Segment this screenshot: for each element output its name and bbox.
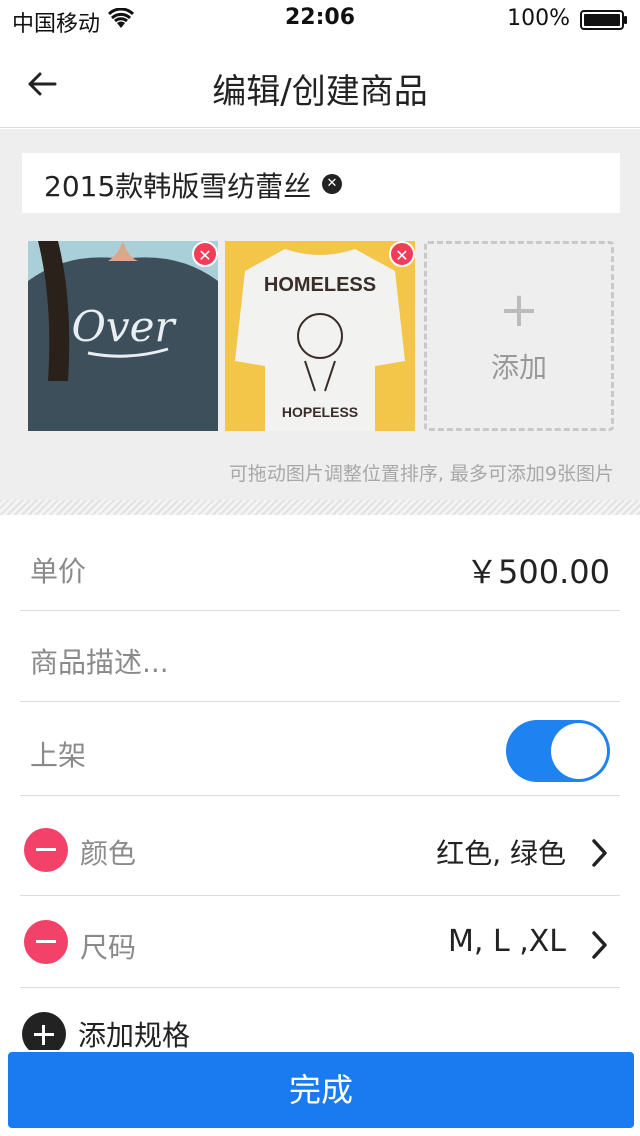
- plus-circle-icon: [22, 1012, 66, 1050]
- remove-spec-icon[interactable]: [24, 920, 68, 964]
- color-value: 红色, 绿色: [436, 837, 566, 870]
- description-row[interactable]: 商品描述...: [20, 611, 620, 702]
- add-spec-button[interactable]: 添加规格: [20, 1010, 620, 1050]
- add-image-button[interactable]: + 添加: [424, 241, 614, 431]
- status-bar: 中国移动 22:06 100%: [0, 0, 640, 40]
- color-spec-row[interactable]: 颜色 红色, 绿色: [20, 796, 620, 896]
- plus-icon: +: [498, 282, 540, 338]
- add-image-label: 添加: [490, 351, 547, 384]
- remove-image-icon[interactable]: ✕: [192, 241, 218, 267]
- remove-spec-icon[interactable]: [24, 828, 68, 872]
- listed-row: 上架: [20, 702, 620, 796]
- battery-icon: [580, 10, 627, 30]
- battery-percent: 100%: [507, 6, 570, 31]
- product-image-tshirt[interactable]: HOMELESS HOPELESS: [225, 241, 415, 431]
- product-header-area: 2015款韩版雪纺蕾丝 ✕ Over ✕ HOMELESS HOPELESS ✕…: [0, 129, 640, 515]
- print-top-text: HOMELESS: [264, 274, 376, 296]
- image-sort-hint: 可拖动图片调整位置排序, 最多可添加9张图片: [228, 463, 614, 485]
- page-title: 编辑/创建商品: [212, 72, 428, 112]
- product-image-sweatshirt[interactable]: Over: [28, 241, 218, 431]
- price-value[interactable]: ￥500.00: [466, 547, 610, 593]
- print-text: Over: [71, 302, 177, 351]
- size-label: 尺码: [80, 931, 137, 964]
- size-spec-row[interactable]: 尺码 M, L ,XL: [20, 896, 620, 988]
- listed-toggle[interactable]: [506, 720, 610, 782]
- product-name-text: 2015款韩版雪纺蕾丝: [44, 170, 312, 203]
- remove-image-icon[interactable]: ✕: [389, 241, 415, 267]
- chevron-right-icon: [592, 839, 607, 867]
- price-label: 单价: [30, 555, 87, 588]
- toggle-knob: [551, 723, 607, 779]
- chevron-right-icon: [592, 931, 607, 959]
- nav-bar: 编辑/创建商品: [0, 40, 640, 128]
- price-row[interactable]: 单价 ￥500.00: [20, 520, 620, 611]
- print-bottom-text: HOPELESS: [282, 404, 358, 420]
- section-divider: [0, 500, 640, 515]
- product-name-field[interactable]: 2015款韩版雪纺蕾丝 ✕: [22, 153, 620, 213]
- size-value: M, L ,XL: [447, 924, 566, 959]
- listed-label: 上架: [30, 739, 87, 772]
- add-spec-label: 添加规格: [78, 1019, 191, 1050]
- done-button[interactable]: 完成: [8, 1052, 634, 1128]
- description-input[interactable]: 商品描述...: [30, 641, 169, 681]
- color-label: 颜色: [80, 837, 137, 870]
- clear-icon[interactable]: ✕: [322, 174, 342, 194]
